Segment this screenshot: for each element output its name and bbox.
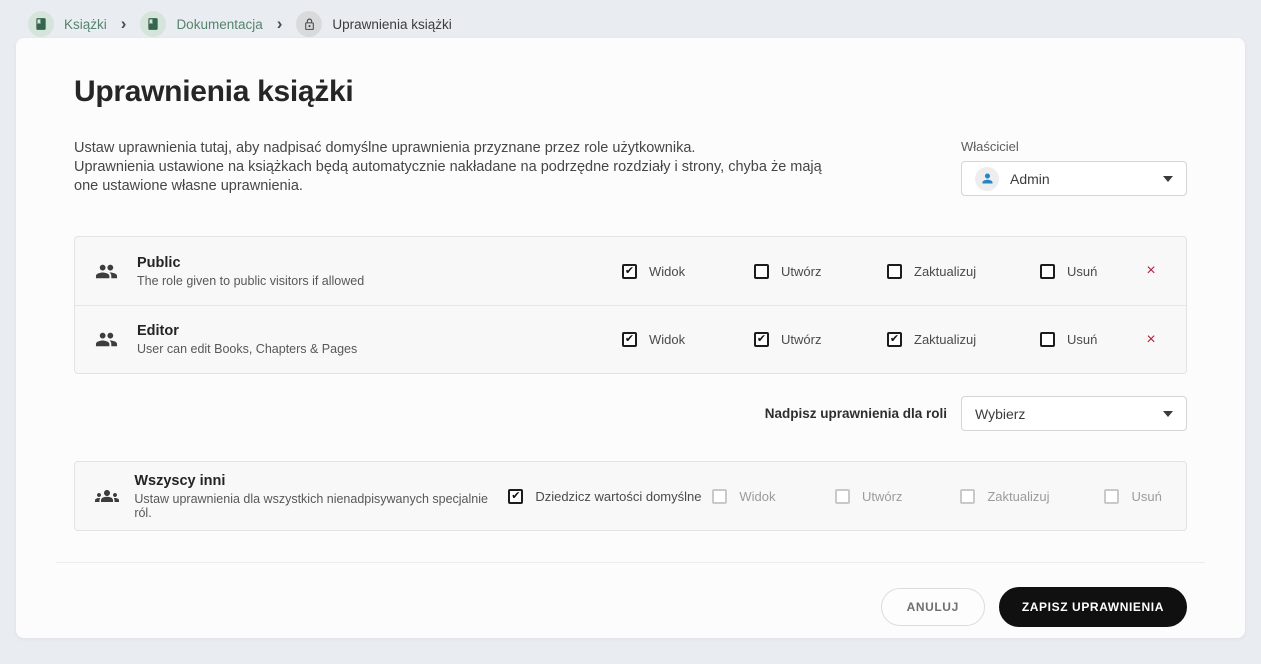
checkbox[interactable] (754, 264, 769, 279)
checkbox[interactable] (1040, 332, 1055, 347)
permission-label: Usuń (1131, 489, 1161, 504)
description-line-1: Ustaw uprawnienia tutaj, aby nadpisać do… (74, 140, 695, 156)
role-description: User can edit Books, Chapters & Pages (137, 342, 622, 356)
role-override-label: Nadpisz uprawnienia dla roli (765, 406, 947, 421)
checkbox[interactable] (508, 489, 523, 504)
checkbox[interactable] (887, 332, 902, 347)
breadcrumb: Książki › Dokumentacja › Uprawnienia ksi… (0, 0, 1261, 38)
permission-checkbox-create[interactable]: Utwórz (754, 264, 887, 279)
chevron-right-icon: › (117, 14, 131, 34)
breadcrumb-item-books[interactable]: Książki (28, 11, 107, 37)
checkbox[interactable] (622, 332, 637, 347)
book-icon (28, 11, 54, 37)
breadcrumb-label: Książki (64, 17, 107, 32)
role-override-row: Nadpisz uprawnienia dla roli Wybierz (74, 396, 1187, 431)
permission-label: Dziedzicz wartości domyślne (535, 489, 701, 504)
permission-checkbox-view[interactable]: Widok (622, 332, 754, 347)
permission-label: Widok (649, 264, 685, 279)
lock-icon (296, 11, 322, 37)
permissions-card: Uprawnienia książki Ustaw uprawnienia tu… (16, 38, 1245, 638)
footer-actions: ANULUJ ZAPISZ UPRAWNIENIA (74, 563, 1187, 651)
save-permissions-button[interactable]: ZAPISZ UPRAWNIENIA (999, 587, 1187, 627)
owner-value: Admin (1010, 171, 1050, 187)
permission-label: Utwórz (862, 489, 902, 504)
book-icon (140, 11, 166, 37)
description-line-2: Uprawnienia ustawione na książkach będą … (74, 159, 822, 194)
role-info: Editor User can edit Books, Chapters & P… (137, 323, 622, 356)
checkbox[interactable] (887, 264, 902, 279)
permission-label: Zaktualizuj (914, 264, 976, 279)
permission-label: Zaktualizuj (987, 489, 1049, 504)
role-name: Editor (137, 323, 622, 339)
permission-checkbox-view[interactable]: Widok (712, 489, 835, 504)
breadcrumb-item-current: Uprawnienia książki (296, 11, 451, 37)
permission-checkbox-delete[interactable]: Usuń (1040, 264, 1132, 279)
permission-label: Usuń (1067, 264, 1097, 279)
permission-row-editor: Editor User can edit Books, Chapters & P… (75, 305, 1186, 373)
role-name: Public (137, 255, 622, 271)
checkbox[interactable] (712, 489, 727, 504)
permission-label: Usuń (1067, 332, 1097, 347)
permission-label: Utwórz (781, 264, 821, 279)
permission-checkbox-delete[interactable]: Usuń (1104, 489, 1170, 504)
role-info: Public The role given to public visitors… (137, 255, 622, 288)
remove-role-button[interactable]: × (1132, 262, 1170, 280)
permission-checkbox-update[interactable]: Zaktualizuj (960, 489, 1104, 504)
permission-label: Zaktualizuj (914, 332, 976, 347)
remove-role-button[interactable]: × (1132, 331, 1170, 349)
permission-row-public: Public The role given to public visitors… (75, 237, 1186, 305)
permission-label: Utwórz (781, 332, 821, 347)
permission-row-everyone-else: Wszyscy inni Ustaw uprawnienia dla wszys… (75, 462, 1186, 530)
permission-checkbox-update[interactable]: Zaktualizuj (887, 264, 1040, 279)
checkbox[interactable] (754, 332, 769, 347)
permission-checkbox-create[interactable]: Utwórz (835, 489, 960, 504)
checkbox[interactable] (1040, 264, 1055, 279)
checkbox[interactable] (835, 489, 850, 504)
role-description: The role given to public visitors if all… (137, 274, 622, 288)
chevron-down-icon (1163, 176, 1173, 182)
owner-label: Właściciel (961, 139, 1187, 154)
cancel-button[interactable]: ANULUJ (881, 588, 985, 626)
user-avatar-icon (975, 167, 999, 191)
checkbox[interactable] (960, 489, 975, 504)
permission-checkbox-delete[interactable]: Usuń (1040, 332, 1132, 347)
breadcrumb-item-book[interactable]: Dokumentacja (140, 11, 262, 37)
role-description: Ustaw uprawnienia dla wszystkich nienadp… (134, 492, 508, 520)
permission-label: Widok (739, 489, 775, 504)
checkbox[interactable] (1104, 489, 1119, 504)
fallback-permissions-table: Wszyscy inni Ustaw uprawnienia dla wszys… (74, 461, 1187, 531)
page-title: Uprawnienia książki (74, 75, 1187, 109)
permission-checkbox-view[interactable]: Widok (622, 264, 754, 279)
role-override-value: Wybierz (975, 406, 1025, 422)
permission-checkbox-update[interactable]: Zaktualizuj (887, 332, 1040, 347)
chevron-right-icon: › (273, 14, 287, 34)
role-override-select[interactable]: Wybierz (961, 396, 1187, 431)
inherit-defaults-checkbox[interactable]: Dziedzicz wartości domyślne (508, 489, 712, 504)
role-name: Wszyscy inni (134, 473, 508, 489)
people-icon (95, 260, 137, 283)
people-icon (95, 328, 137, 351)
page-description: Ustaw uprawnienia tutaj, aby nadpisać do… (74, 139, 824, 196)
owner-select[interactable]: Admin (961, 161, 1187, 196)
checkbox[interactable] (622, 264, 637, 279)
role-info: Wszyscy inni Ustaw uprawnienia dla wszys… (134, 473, 508, 520)
breadcrumb-label: Uprawnienia książki (332, 17, 451, 32)
breadcrumb-label: Dokumentacja (176, 17, 262, 32)
groups-icon (95, 484, 134, 508)
owner-section: Właściciel Admin (961, 139, 1187, 196)
role-permissions-table: Public The role given to public visitors… (74, 236, 1187, 374)
permission-label: Widok (649, 332, 685, 347)
chevron-down-icon (1163, 411, 1173, 417)
permission-checkbox-create[interactable]: Utwórz (754, 332, 887, 347)
